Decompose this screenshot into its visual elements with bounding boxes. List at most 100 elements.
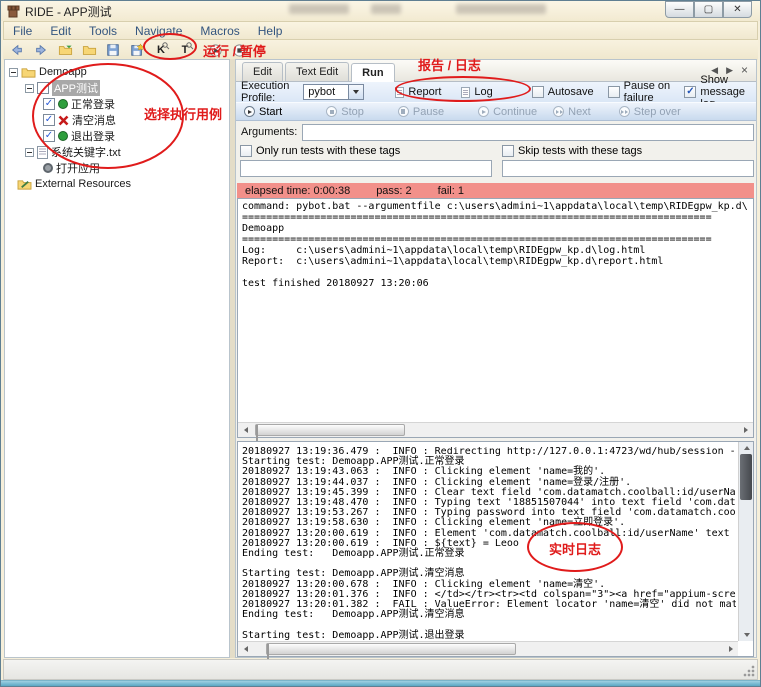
open-directory-button[interactable] [79, 41, 99, 59]
title-bar[interactable]: RIDE - APP测试 — ▢ ✕ [1, 1, 760, 21]
resize-grip[interactable] [743, 665, 755, 677]
console-horizontal-scrollbar[interactable] [238, 422, 753, 442]
tab-edit[interactable]: Edit [242, 62, 283, 81]
tree-node-test-normal-login[interactable]: ✓ 正常登录 [9, 96, 229, 112]
tree-node-label: 清空消息 [72, 115, 116, 127]
arguments-input[interactable] [302, 123, 754, 141]
only-run-tags-input[interactable] [240, 160, 492, 177]
menu-macros[interactable]: Macros [191, 24, 248, 38]
pause-bars-icon [397, 106, 409, 117]
menu-tools[interactable]: Tools [80, 24, 126, 38]
pause-on-failure-checkbox[interactable]: Pause on failure [607, 80, 671, 104]
console-output[interactable]: command: pybot.bat --argumentfile c:\use… [242, 201, 751, 420]
only-run-tags-checkbox[interactable]: Only run tests with these tags [240, 143, 492, 158]
open-folder-icon [82, 46, 96, 55]
collapse-icon[interactable] [25, 147, 34, 157]
toolbar: K T [3, 40, 758, 60]
continue-button[interactable]: Continue [478, 106, 537, 118]
test-checkbox-checked[interactable]: ✓ [43, 130, 55, 142]
tab-run[interactable]: Run [351, 63, 395, 82]
play-icon [208, 43, 222, 57]
autosave-checkbox[interactable]: Autosave [531, 86, 594, 98]
open-suite-button[interactable] [55, 41, 75, 59]
elapsed-status-bar: elapsed time: 0:00:38 pass: 2 fail: 1 [237, 183, 754, 198]
dropdown-button[interactable] [348, 85, 364, 99]
checkbox-unchecked[interactable] [502, 144, 514, 157]
skip-tags-input[interactable] [502, 160, 754, 177]
minimize-button[interactable]: — [665, 1, 694, 18]
checkbox-unchecked[interactable] [240, 144, 252, 157]
report-doc-icon [395, 86, 405, 98]
message-log[interactable]: 20180927 13:19:36.479 : INFO : Redirecti… [242, 447, 736, 640]
menu-file[interactable]: File [4, 24, 41, 38]
scroll-right-icon[interactable] [738, 423, 753, 437]
tags-row: Only run tests with these tags Skip test… [236, 143, 754, 181]
fail-count: fail: 1 [437, 184, 464, 197]
test-pass-icon [58, 131, 68, 141]
scroll-left-icon[interactable] [238, 423, 253, 437]
step-over-icon [618, 106, 630, 117]
tab-text-edit[interactable]: Text Edit [284, 62, 350, 81]
test-checkbox-checked[interactable]: ✓ [43, 114, 55, 126]
menu-help[interactable]: Help [249, 24, 292, 38]
forward-button[interactable] [31, 41, 51, 59]
close-button[interactable]: ✕ [723, 1, 752, 18]
tree-node-test-logout[interactable]: ✓ 退出登录 [9, 128, 229, 144]
scrollbar-thumb[interactable] [266, 643, 516, 661]
execution-profile-select[interactable]: pybot [303, 84, 365, 100]
scroll-right-icon[interactable] [723, 642, 738, 656]
tree-node-system-keywords[interactable]: 系统关键字.txt [9, 144, 229, 160]
arguments-row: Arguments: [236, 121, 754, 143]
external-resources-icon [17, 179, 32, 190]
next-icon [553, 106, 565, 117]
tree-node-demoapp[interactable]: Demoapp [9, 64, 229, 80]
save-all-icon [131, 43, 144, 56]
maximize-button[interactable]: ▢ [694, 1, 723, 18]
pause-button[interactable]: Pause [397, 106, 444, 118]
continue-play-icon [478, 106, 490, 117]
tree-node-test-clear-message[interactable]: ✓ 清空消息 [9, 112, 229, 128]
tree-node-label: 系统关键字.txt [51, 147, 121, 159]
back-button[interactable] [7, 41, 27, 59]
skip-tags-checkbox[interactable]: Skip tests with these tags [502, 143, 754, 158]
collapse-icon[interactable] [9, 67, 18, 77]
checkbox-unchecked[interactable] [531, 86, 544, 98]
stop-tests-button[interactable] [229, 41, 249, 59]
save-all-button[interactable] [127, 41, 147, 59]
search-tests-button[interactable]: T [175, 41, 195, 59]
search-keywords-button[interactable]: K [151, 41, 171, 59]
magnifier-icon [162, 42, 170, 50]
message-log-vertical-scrollbar[interactable] [738, 442, 753, 641]
message-log-horizontal-scrollbar[interactable] [238, 641, 738, 661]
report-button[interactable]: Report [390, 85, 446, 99]
skip-tags-group: Skip tests with these tags [498, 143, 754, 181]
collapse-icon[interactable] [25, 83, 34, 93]
scroll-left-icon[interactable] [238, 642, 253, 656]
tree-node-app-test-suite[interactable]: APP测试 [9, 80, 229, 96]
ride-app-icon [7, 5, 20, 18]
scrollbar-thumb[interactable] [255, 424, 405, 442]
run-tests-button[interactable] [205, 41, 225, 59]
start-button[interactable]: Start [244, 106, 282, 118]
tree-node-label: 退出登录 [71, 131, 115, 143]
scroll-up-icon[interactable] [739, 442, 754, 454]
test-checkbox-checked[interactable]: ✓ [43, 98, 55, 110]
stop-square-icon [326, 106, 338, 117]
stop-button[interactable]: Stop [326, 106, 364, 118]
log-doc-icon [461, 86, 471, 98]
save-button[interactable] [103, 41, 123, 59]
checkbox-checked[interactable]: ✓ [684, 86, 697, 98]
checkbox-unchecked[interactable] [607, 86, 620, 98]
step-over-button[interactable]: Step over [618, 106, 681, 118]
menu-edit[interactable]: Edit [41, 24, 80, 38]
tree-node-open-app-keyword[interactable]: 打开应用 [9, 160, 229, 176]
suite-checkbox[interactable] [37, 82, 49, 94]
scrollbar-thumb[interactable] [740, 454, 752, 500]
next-button[interactable]: Next [553, 106, 591, 118]
tree-node-external-resources[interactable]: External Resources [9, 176, 229, 192]
log-button[interactable]: Log [456, 85, 497, 99]
test-fail-icon [58, 115, 69, 125]
scroll-down-icon[interactable] [739, 629, 754, 641]
menu-navigate[interactable]: Navigate [126, 24, 191, 38]
test-pass-icon [58, 99, 68, 109]
